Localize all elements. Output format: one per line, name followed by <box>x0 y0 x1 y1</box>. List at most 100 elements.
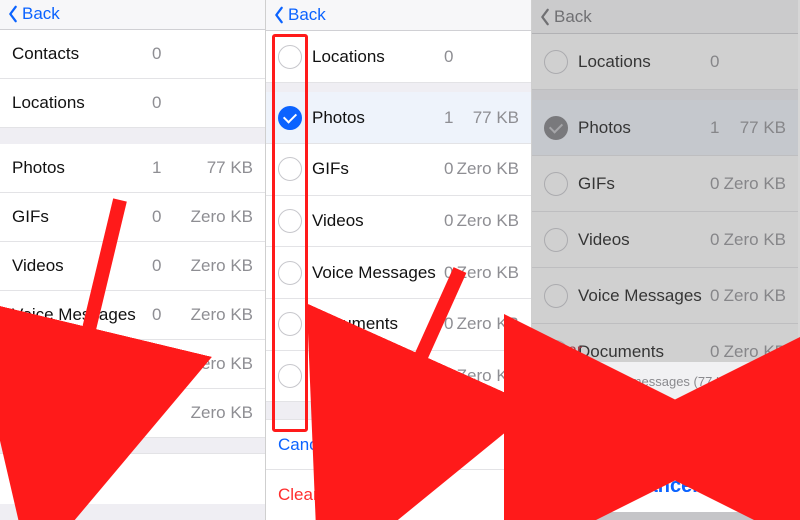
select-radio[interactable] <box>278 364 302 388</box>
row-count: 0 <box>444 159 453 179</box>
back-label: Back <box>288 5 326 25</box>
row-voice-messages: Voice Messages 0 Zero KB <box>532 268 798 324</box>
row-size: Zero KB <box>457 211 519 231</box>
row-locations[interactable]: Locations 0 <box>266 31 531 83</box>
row-size: 77 KB <box>740 118 786 138</box>
row-label: Documents <box>578 342 664 362</box>
back-button[interactable]: Back <box>538 7 592 27</box>
back-button[interactable]: Back <box>272 5 326 25</box>
row-label: Photos <box>578 118 631 138</box>
row-size: Zero KB <box>191 354 253 374</box>
row-count: 0 <box>152 44 161 64</box>
row-label: Videos <box>312 211 364 231</box>
section-separator <box>266 402 531 419</box>
row-count: 1 <box>444 108 453 128</box>
select-radio <box>544 172 568 196</box>
select-radio[interactable] <box>278 261 302 285</box>
select-radio <box>544 228 568 252</box>
row-videos[interactable]: Videos 0 Zero KB <box>0 242 265 291</box>
screen-storage-overview: Back Contacts 0 Locations 0 Photos 1 77 … <box>0 0 266 520</box>
row-count: 0 <box>710 230 719 250</box>
footer-actions: Cancel Clear <box>266 419 531 520</box>
row-label: Contacts <box>12 44 79 64</box>
chevron-left-icon <box>538 8 552 26</box>
row-contacts[interactable]: Contacts 0 <box>0 30 265 79</box>
row-documents[interactable]: Documents 0 Zero KB <box>0 340 265 389</box>
screen-storage-confirm: Back Locations 0 Photos 1 77 KB GIFs 0 Z… <box>532 0 798 520</box>
action-sheet-group: Clear 3 messages (77 KB)? Clear <box>540 362 790 453</box>
row-label: Stickers <box>312 366 372 386</box>
row-stickers[interactable]: Stickers 0 Zero KB <box>266 351 531 403</box>
row-label: Stickers <box>12 403 72 423</box>
row-count: 0 <box>444 263 453 283</box>
clear-button[interactable]: Clear <box>266 470 531 520</box>
row-count: 0 <box>710 286 719 306</box>
row-voice-messages[interactable]: Voice Messages 0 Zero KB <box>266 247 531 299</box>
row-size: Zero KB <box>191 305 253 325</box>
row-count: 0 <box>444 47 453 67</box>
cancel-label: Cancel <box>278 435 331 455</box>
chevron-left-icon <box>272 6 286 24</box>
action-sheet-message: Clear 3 messages (77 KB)? <box>540 362 790 402</box>
row-photos[interactable]: Photos 1 77 KB <box>0 144 265 193</box>
row-size: 77 KB <box>207 158 253 178</box>
row-label: Documents <box>12 354 98 374</box>
section-separator <box>0 438 265 454</box>
action-sheet-cancel-button[interactable]: Cancel <box>540 461 790 512</box>
row-count: 0 <box>152 305 161 325</box>
row-label: Locations <box>312 47 385 67</box>
row-label: GIFs <box>12 207 49 227</box>
row-gifs[interactable]: GIFs 0 Zero KB <box>266 144 531 196</box>
select-radio[interactable] <box>278 106 302 130</box>
row-size: Zero KB <box>724 230 786 250</box>
row-size: Zero KB <box>457 159 519 179</box>
row-locations: Locations 0 <box>532 34 798 90</box>
back-label: Back <box>22 4 60 24</box>
row-size: 77 KB <box>473 108 519 128</box>
row-label: Photos <box>312 108 365 128</box>
section-separator <box>0 504 265 520</box>
row-size: Zero KB <box>191 207 253 227</box>
footer-actions: Manage… <box>0 453 265 504</box>
row-count: 1 <box>710 118 719 138</box>
row-locations[interactable]: Locations 0 <box>0 79 265 128</box>
chevron-left-icon <box>6 5 20 23</box>
manage-label: Manage… <box>12 469 90 489</box>
row-label: Voice Messages <box>12 305 136 325</box>
row-size: Zero KB <box>191 403 253 423</box>
row-label: Locations <box>12 93 85 113</box>
select-radio[interactable] <box>278 45 302 69</box>
select-radio[interactable] <box>278 157 302 181</box>
action-sheet: Clear 3 messages (77 KB)? Clear Cancel <box>540 362 790 512</box>
row-photos: Photos 1 77 KB <box>532 100 798 156</box>
row-stickers[interactable]: Stickers 0 Zero KB <box>0 389 265 438</box>
row-label: Photos <box>12 158 65 178</box>
row-voice-messages[interactable]: Voice Messages 0 Zero KB <box>0 291 265 340</box>
row-label: GIFs <box>312 159 349 179</box>
back-button[interactable]: Back <box>6 4 60 24</box>
nav-bar: Back <box>0 0 265 30</box>
row-count: 0 <box>444 211 453 231</box>
row-videos[interactable]: Videos 0 Zero KB <box>266 196 531 248</box>
cancel-button[interactable]: Cancel <box>266 420 531 470</box>
row-videos: Videos 0 Zero KB <box>532 212 798 268</box>
back-label: Back <box>554 7 592 27</box>
row-gifs[interactable]: GIFs 0 Zero KB <box>0 193 265 242</box>
row-count: 0 <box>444 314 453 334</box>
row-label: Documents <box>312 314 398 334</box>
row-count: 0 <box>152 207 161 227</box>
row-count: 0 <box>444 366 453 386</box>
row-count: 0 <box>710 342 719 362</box>
action-sheet-clear-button[interactable]: Clear <box>540 402 790 453</box>
select-radio[interactable] <box>278 209 302 233</box>
row-documents[interactable]: Documents 0 Zero KB <box>266 299 531 351</box>
row-size: Zero KB <box>191 256 253 276</box>
row-count: 0 <box>152 403 161 423</box>
row-size: Zero KB <box>724 342 786 362</box>
nav-bar: Back <box>266 0 531 31</box>
manage-button[interactable]: Manage… <box>0 454 265 504</box>
select-radio[interactable] <box>278 312 302 336</box>
select-radio <box>544 50 568 74</box>
row-size: Zero KB <box>724 286 786 306</box>
row-photos[interactable]: Photos 1 77 KB <box>266 92 531 144</box>
